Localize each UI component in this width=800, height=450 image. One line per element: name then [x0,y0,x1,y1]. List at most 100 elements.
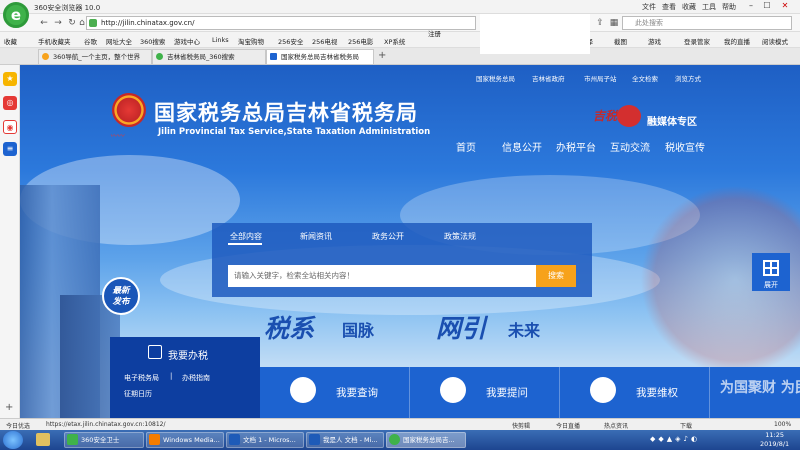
top-link-jilin-gov[interactable]: 吉林省政府 [532,73,565,83]
bookmark-item[interactable]: 淘宝购物 [238,36,264,46]
bookmark-item[interactable]: 360搜索 [140,36,165,46]
site-search-panel: 全部内容 新闻资讯 政务公开 政策法规 请输入关键字，检索全站相关内容！ 搜索 [212,223,592,297]
back-icon[interactable]: ← [38,17,50,29]
tab-favicon-icon [42,53,49,60]
bookmark-item[interactable]: 256电影 [348,36,373,46]
nav-tax-platform[interactable]: 办税平台 [556,139,596,154]
status-download[interactable]: 下载 [680,421,692,430]
tab-360-search[interactable]: 吉林省税务局_360搜索 [152,49,266,64]
status-live[interactable]: 今日直播 [556,421,580,430]
app-title: 360安全浏览器 10.0 [34,4,101,12]
bookmark-item[interactable]: 谷歌 [84,36,97,46]
link-e-tax[interactable]: 电子税务局 [124,373,159,383]
maximize-icon[interactable]: ☐ [760,1,774,12]
sidebar-add-icon[interactable]: + [5,402,13,413]
document-icon [148,345,162,359]
emblem-signature: 〰〰 [110,132,124,140]
menu-help[interactable]: 帮助 [722,2,736,12]
bookmark-item[interactable]: 注册 [428,28,441,38]
forward-icon[interactable]: → [52,17,64,29]
browser-search-input[interactable]: 此处搜索 [622,16,792,30]
slogan-1-script: 税系 [264,314,315,343]
close-icon[interactable]: ✕ [778,1,792,12]
tab-jilin-tax[interactable]: 国家税务总局吉林省税务局 [266,49,374,64]
bookmark-item[interactable]: 阅读模式 [762,36,788,46]
site-search-button[interactable]: 搜索 [536,265,576,287]
new-tab-icon[interactable]: + [378,50,386,61]
slogan-1-text: 国脉 [342,321,375,340]
app-icon [309,434,320,445]
web-page: 国家税务总局 吉林省政府 市州局子站 全文检索 浏览方式 〰〰 国家税务总局吉林… [20,65,800,418]
link-tax-calendar[interactable]: 征期日历 [124,389,152,399]
nav-home[interactable]: 首页 [456,139,476,154]
nav-interaction[interactable]: 互动交流 [610,139,650,154]
apps-grid-icon[interactable]: ▦ [608,17,620,29]
menu-tools[interactable]: 工具 [702,2,716,12]
app-icon [229,434,240,445]
search-tab-news[interactable]: 新闻资讯 [300,231,332,242]
latest-line2: 发布 [112,297,130,307]
top-link-search[interactable]: 全文检索 [632,73,658,83]
latest-release-badge[interactable]: 最新 发布 [102,277,140,315]
top-link-sat[interactable]: 国家税务总局 [476,73,515,83]
bookmark-item[interactable]: 登录管家 [684,36,710,46]
search-tab-gov[interactable]: 政务公开 [372,231,404,242]
bookmark-item[interactable]: 截图 [614,36,627,46]
bookmark-item[interactable]: 手机收藏夹 [38,36,71,46]
status-news[interactable]: 热点资讯 [604,421,628,430]
menu-view[interactable]: 查看 [662,2,676,12]
minimize-icon[interactable]: – [744,1,758,12]
tray-icons[interactable]: ◆◆▲◈♪◐ [650,435,750,445]
search-tab-policy[interactable]: 政策法规 [444,231,476,242]
status-zoom[interactable]: 100% [774,421,791,428]
bookmark-item[interactable]: 256安全 [278,36,303,46]
browser-sidebar [0,65,20,420]
share-icon[interactable]: ⇪ [594,17,606,29]
start-button[interactable] [3,431,23,449]
star-icon[interactable]: ★ [3,72,17,86]
weibo-icon[interactable]: ◎ [3,96,17,110]
status-bar: 今日优选 https://etax.jilin.chinatax.gov.cn:… [0,418,800,430]
menu-file[interactable]: 文件 [642,2,656,12]
tax-service-title[interactable]: 我要办税 [168,347,208,362]
menu-favorites[interactable]: 收藏 [682,2,696,12]
status-clip[interactable]: 快剪辑 [512,421,530,430]
expand-label: 展开 [764,281,778,289]
service-rights[interactable]: 我要维权 [560,367,710,418]
bookmark-item[interactable]: Links [212,36,229,44]
search-tab-underline [228,243,262,245]
bookmark-item[interactable]: 收藏 [4,36,17,46]
bookmark-item[interactable]: 256电视 [312,36,337,46]
top-link-browse[interactable]: 浏览方式 [675,73,701,83]
search-tab-all[interactable]: 全部内容 [230,231,262,242]
nav-tax-promotion[interactable]: 税收宣传 [665,139,705,154]
target-icon[interactable]: ◉ [3,120,17,134]
site-subtitle: Jilin Provincial Tax Service,State Taxat… [158,127,431,137]
bookmark-item[interactable]: 我的直播 [724,36,750,46]
site-search-input[interactable]: 请输入关键字，检索全站相关内容！ [228,265,536,287]
tab-360-nav[interactable]: 360导航_一个主页，整个世界 [38,49,152,64]
slogan-2-script: 网引 [436,314,487,343]
service-query[interactable]: 我要查询 [260,367,410,418]
media-zone-link[interactable]: 吉税 融媒体专区 [593,105,713,133]
list-icon[interactable]: ≡ [3,142,17,156]
clock[interactable]: 11:25 2019/8/1 [760,431,789,449]
services-bar: 我要查询 我要提问 我要维权 [260,367,800,418]
link-tax-guide[interactable]: 办税指南 [182,373,210,383]
bookmark-item[interactable]: 游戏 [648,36,661,46]
address-input[interactable]: http://jilin.chinatax.gov.cn/ [86,16,476,30]
bookmark-item[interactable]: 网址大全 [106,36,132,46]
top-link-substations[interactable]: 市州局子站 [584,73,617,83]
expand-button[interactable]: 展开 [752,253,790,291]
service-ask[interactable]: 我要提问 [410,367,560,418]
folder-icon[interactable] [36,433,50,446]
media-zone-seal-icon [617,105,641,127]
bookmark-item[interactable]: 游戏中心 [174,36,200,46]
monitor-icon [290,377,316,403]
nav-info-public[interactable]: 信息公开 [502,139,542,154]
tax-emblem-icon [112,93,146,127]
service-rights-label: 我要维权 [636,387,678,399]
bookmark-item[interactable]: XP系统 [384,36,405,46]
status-picks[interactable]: 今日优选 [6,421,30,430]
browser-logo-icon[interactable]: e [3,2,29,28]
